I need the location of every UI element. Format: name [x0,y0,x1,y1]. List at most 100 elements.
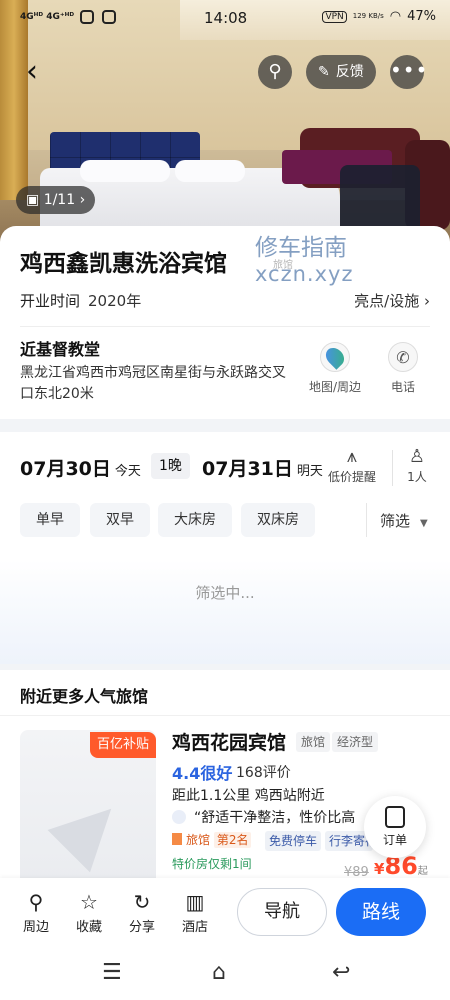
status-bar: 4Gᴴᴰ 4G⁺ᴴᴰ 14:08 VPN 129 KB/s ◠ 47% [0,0,450,34]
back-nav-icon[interactable]: ↩ [332,960,350,985]
tab-label: 收藏 [75,920,102,935]
phone-icon: ✆ [388,342,418,372]
route-button[interactable]: 路线 [336,888,426,936]
filter-dropdown[interactable]: 筛选 ▼ [380,510,428,531]
photo-pillow [175,160,245,182]
feature-tag: 免费停车 [265,831,322,851]
price-alert-label: 低价提醒 [327,470,376,484]
opening-year: 2020年 [88,292,142,310]
network-indicator: 4Gᴴᴰ 4G⁺ᴴᴰ [20,12,75,22]
tab-label: 周边 [22,920,49,935]
watermark-text: 修车指南 [255,235,347,261]
hotel-type-tag: 旅馆 [273,260,293,271]
divider [392,450,393,486]
feedback-label: 反馈 [335,64,364,80]
navigate-button[interactable]: 导航 [237,888,327,936]
tab-favorite[interactable]: ☆ 收藏 [69,890,109,935]
subsidy-badge: 百亿补贴 [90,732,157,758]
chevron-right-icon: › [79,192,86,208]
nights-badge: 1晚 [151,453,190,479]
network-speed: 129 KB/s [352,12,384,20]
guests-button[interactable]: ♙ 1人 [402,446,432,485]
hotel-tag: 旅馆 [296,732,331,752]
image-icon: ▣ [26,192,40,208]
orders-button[interactable]: 订单 [364,796,426,858]
opening-label: 开业时间 [20,292,81,310]
edit-icon: ✎ [318,64,330,80]
system-navigation-bar: ☰ ⌂ ↩ [0,948,450,1000]
photo-count-text: 1/11 [43,192,76,208]
caret-down-icon: ▼ [420,518,428,529]
tab-share[interactable]: ↻ 分享 [122,890,162,935]
tab-hotel[interactable]: ▥ 酒店 [175,890,215,935]
price-suffix: 起 [417,866,428,877]
rank-position: 第2名 [213,832,252,848]
clock: 14:08 [204,9,248,27]
photo-chair [340,165,420,235]
divider [0,715,450,716]
review-count: 168评价 [236,765,291,781]
battery-level: 47% [407,9,436,24]
facilities-link[interactable]: 亮点/设施 › [354,290,430,311]
ranking: 旅馆 第2名 [172,831,252,848]
opening-info: 开业时间 2020年 [20,290,141,311]
currency-symbol: ¥ [374,860,385,878]
tab-nearby[interactable]: ⚲ 周边 [16,890,56,935]
divider [366,503,367,537]
checkout-date[interactable]: 07月31日 明天 [202,454,323,481]
phone-label: 电话 [390,380,415,394]
filter-chip[interactable]: 大床房 [158,503,232,537]
back-icon[interactable]: ‹ [26,56,56,90]
divider [20,326,430,327]
feedback-button[interactable]: ✎ 反馈 [306,55,376,89]
star-icon: ☆ [80,890,98,914]
address: 黑龙江省鸡西市鸡冠区南星街与永跃路交叉口东北20米 [20,365,286,402]
checkin-date[interactable]: 07月30日 今天 [20,454,141,481]
filter-chip[interactable]: 双床房 [241,503,315,537]
map-pin-icon [320,342,350,372]
checkout-date-text: 07月31日 [202,458,293,480]
checkin-day: 今天 [114,464,141,479]
nearby-section: 附近更多人气旅馆 百亿补贴 鸡西花园宾馆 旅馆 经济型 4.4很好 168评价 … [0,670,450,900]
person-icon: ♙ [408,446,426,467]
search-button[interactable]: ⚲ [258,55,292,89]
filter-chip[interactable]: 双早 [90,503,150,537]
avatar [172,810,186,824]
rank-flag-icon [172,833,182,845]
loading-text: 筛选中... [195,584,255,602]
more-button[interactable]: ••• [390,55,427,89]
hotel-info-card: 鸡西鑫凯惠洗浴宾馆 修车指南 xczn.xyz 旅馆 开业时间 2020年 亮点/… [0,226,450,419]
booking-card: 07月30日 今天 1晚 07月31日 明天 ⩚ 低价提醒 ♙ 1人 单早 双早 大… [0,432,450,664]
price-alert-icon: ⩚ [346,446,358,467]
tab-label: 酒店 [181,920,208,935]
rank-category: 旅馆 [186,833,211,847]
filter-chip[interactable]: 单早 [20,503,80,537]
rating: 4.4很好 [172,764,233,783]
home-icon[interactable]: ⌂ [212,960,226,985]
hotel-tag: 经济型 [332,732,379,752]
wifi-icon: ◠ [389,9,402,24]
review-quote: “舒适干净整洁，性价比高 [172,807,372,827]
checkin-date-text: 07月30日 [20,458,111,480]
price-alert-button[interactable]: ⩚ 低价提醒 [323,446,381,485]
menu-icon[interactable]: ☰ [102,960,122,985]
phone-button[interactable]: ✆ 电话 [384,342,422,395]
search-icon: ⚲ [268,61,282,82]
watermark: 修车指南 xczn.xyz 旅馆 [255,228,354,286]
chevron-right-icon: › [424,292,430,310]
guests-label: 1人 [407,470,427,484]
hotel-icon: ▥ [185,890,205,914]
photo-counter[interactable]: ▣ 1/11 › [16,186,96,214]
map-button[interactable]: 地图/周边 [306,342,364,395]
tab-label: 分享 [128,920,155,935]
watermark-url: xczn.xyz [255,262,354,286]
vpn-icon: VPN [322,10,347,23]
special-offer: 特价房仅剩1间 [172,857,252,871]
search-icon: ⚲ [28,890,44,914]
distance: 距此1.1公里 鸡西站附近 [172,788,325,804]
nearby-hotel-name[interactable]: 鸡西花园宾馆 [172,728,286,755]
photo-pillow [80,160,170,182]
review-quote-text: “舒适干净整洁，性价比高 [194,810,356,826]
hotel-name: 鸡西鑫凯惠洗浴宾馆 [20,251,227,277]
app-notification-icon [102,10,117,24]
